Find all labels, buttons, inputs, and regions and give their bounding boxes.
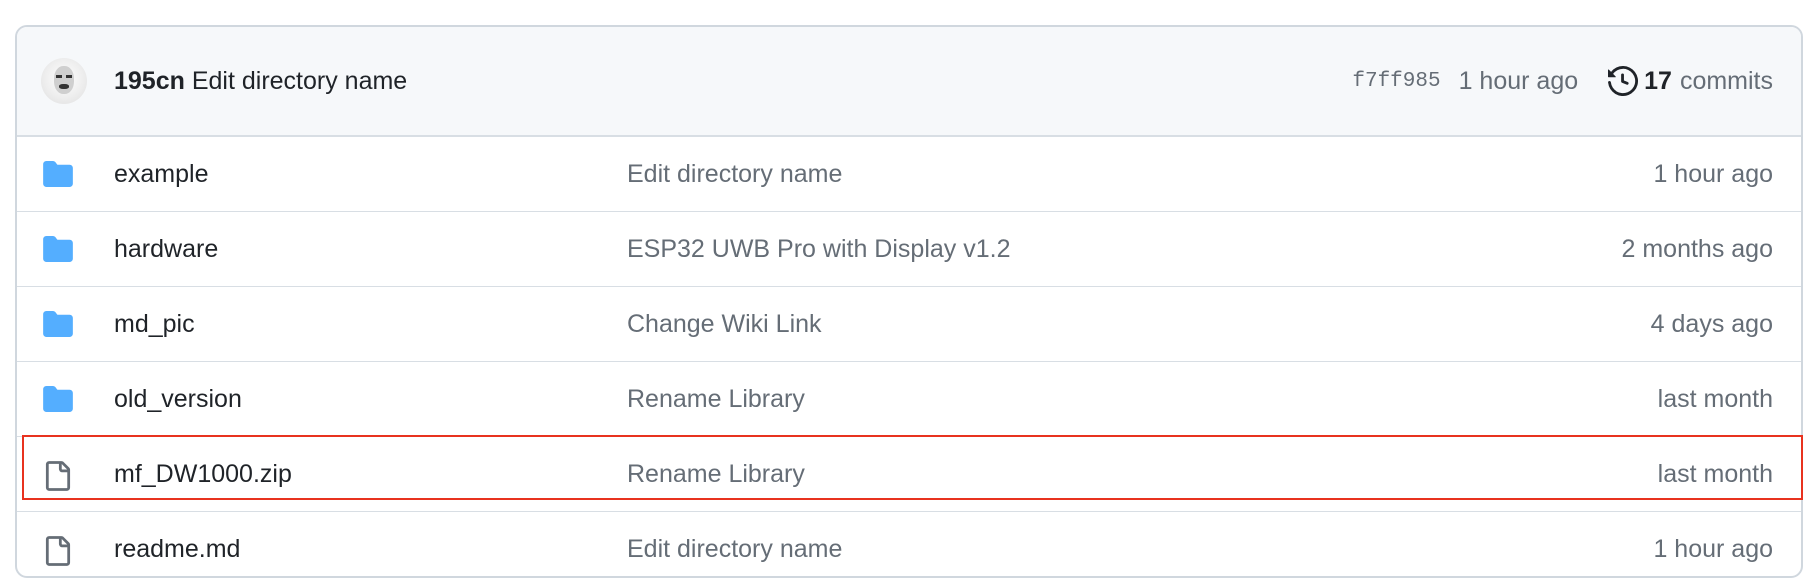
- commit-count: 17: [1644, 66, 1672, 95]
- file-row[interactable]: hardware ESP32 UWB Pro with Display v1.2…: [17, 212, 1801, 287]
- commit-summary: 195cn Edit directory name: [114, 67, 407, 96]
- latest-commit-bar: 195cn Edit directory name f7ff985 1 hour…: [17, 27, 1801, 137]
- history-icon: [1608, 66, 1639, 96]
- file-row[interactable]: example Edit directory name 1 hour ago: [17, 137, 1801, 212]
- file-name-link[interactable]: md_pic: [114, 310, 195, 339]
- commit-author[interactable]: 195cn: [114, 67, 185, 95]
- file-browser: 195cn Edit directory name f7ff985 1 hour…: [15, 25, 1803, 578]
- folder-icon: [43, 161, 73, 194]
- commit-date: 4 days ago: [1650, 309, 1773, 338]
- file-name-link[interactable]: mf_DW1000.zip: [114, 460, 292, 489]
- commit-message[interactable]: Edit directory name: [192, 67, 407, 95]
- file-row[interactable]: old_version Rename Library last month: [17, 362, 1801, 437]
- file-name-link[interactable]: old_version: [114, 385, 242, 414]
- commit-sha[interactable]: f7ff985: [1352, 70, 1440, 93]
- file-icon: [43, 461, 71, 498]
- file-icon: [43, 536, 71, 573]
- folder-icon: [43, 311, 73, 344]
- commit-date: last month: [1657, 384, 1773, 413]
- file-row[interactable]: md_pic Change Wiki Link 4 days ago: [17, 287, 1801, 362]
- commit-message-link[interactable]: Rename Library: [627, 385, 805, 414]
- commit-message-link[interactable]: Edit directory name: [627, 160, 842, 189]
- folder-icon: [43, 236, 73, 269]
- commit-time: 1 hour ago: [1458, 66, 1579, 95]
- commits-label: commits: [1679, 66, 1773, 95]
- file-name-link[interactable]: example: [114, 160, 209, 189]
- commit-date: 2 months ago: [1621, 234, 1774, 263]
- folder-icon: [43, 386, 73, 419]
- commit-message-link[interactable]: Change Wiki Link: [627, 310, 822, 339]
- file-row[interactable]: mf_DW1000.zip Rename Library last month: [17, 437, 1801, 512]
- commit-message-link[interactable]: Edit directory name: [627, 535, 842, 564]
- commit-date: 1 hour ago: [1653, 159, 1773, 188]
- commit-date: last month: [1657, 459, 1773, 488]
- file-name-link[interactable]: hardware: [114, 235, 218, 264]
- commit-message-link[interactable]: Rename Library: [627, 460, 805, 489]
- avatar[interactable]: [41, 58, 87, 104]
- file-row[interactable]: readme.md Edit directory name 1 hour ago: [17, 512, 1801, 576]
- commits-link[interactable]: 17 commits: [1608, 66, 1773, 96]
- commit-message-link[interactable]: ESP32 UWB Pro with Display v1.2: [627, 235, 1010, 264]
- file-name-link[interactable]: readme.md: [114, 535, 240, 564]
- commit-date: 1 hour ago: [1653, 534, 1773, 563]
